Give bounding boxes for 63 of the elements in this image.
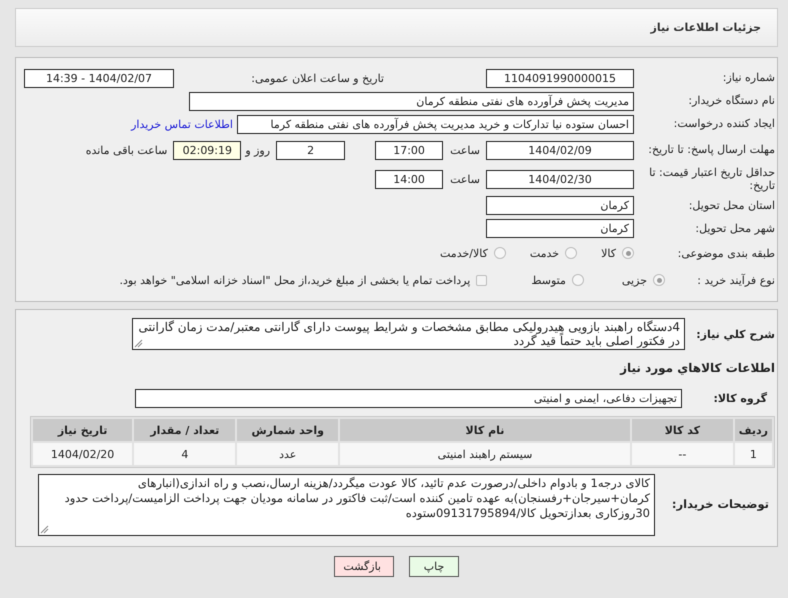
buyer-notes-text: کالای درجه1 و بادوام داخلی/درصورت عدم تائید، کالا عودت میگردد/هزینه ارسال،نصب و راه اندازی(انبارهای کرمان+سیرجان+رفسنجان)به عهده تامین کننده است/ثبت فاکتور در سامانه مودیان جهت پرداخت الزامیست/پرداخت حدود 30روزکاری بعدازتحویل کالا/09131795894ستوده <box>64 476 650 520</box>
need-number-field: 1104091990000015 <box>486 68 634 88</box>
column-header: واحد شمارش <box>237 419 338 442</box>
radio-button[interactable] <box>653 274 665 286</box>
days-label: روز و <box>245 144 270 156</box>
table-cell: سیستم راهبند امنیتی <box>340 443 630 466</box>
time-field: 17:00 <box>375 140 444 160</box>
remaining-label: ساعت باقی مانده <box>86 144 168 156</box>
group-field: تجهیزات دفاعی، ایمنی و امنیتی <box>135 388 682 408</box>
option-label: جزیی <box>622 274 647 287</box>
time-label: ساعت <box>450 144 480 156</box>
date-field: 1404/02/30 <box>486 170 634 189</box>
option-label: کالا <box>601 246 616 260</box>
time-field: 14:00 <box>375 170 444 189</box>
city-field: کرمان <box>486 218 634 238</box>
radio-button[interactable] <box>565 247 578 260</box>
requester-field: احسان ستوده نیا تدارکات و خرید مدیریت پخش فرآورده های نفتی منطقه کرما <box>237 114 634 134</box>
field-label: توضیحات خریدار: <box>670 498 770 512</box>
treasury-note: پرداخت تمام یا بخشی از مبلغ خرید،از محل "اسناد خزانه اسلامی" خواهد بود. <box>120 274 470 287</box>
print-button[interactable]: چاپ <box>409 556 459 578</box>
section-title: اطلاعات كالاهاي مورد نياز <box>620 361 776 376</box>
date-field: 1404/02/09 <box>486 140 634 160</box>
column-header: کد کالا <box>632 419 733 442</box>
time-label: ساعت <box>450 172 480 186</box>
field-label: نام دستگاه خریدار: <box>687 94 776 108</box>
field-label: استان محل تحویل: <box>688 198 776 212</box>
table-cell: 1 <box>734 443 772 466</box>
contact-link[interactable]: اطلاعات تماس خریدار <box>131 118 233 130</box>
days-field: 2 <box>276 140 346 160</box>
back-button[interactable]: بازگشت <box>334 556 394 578</box>
table-cell: 1404/02/20 <box>33 443 132 466</box>
radio-button[interactable] <box>622 247 634 260</box>
field-label: نوع فرآیند خرید : <box>696 274 776 287</box>
option-label: کالا/خدمت <box>440 246 488 260</box>
buyer-notes-field[interactable] <box>38 474 655 536</box>
province-field: کرمان <box>486 196 634 215</box>
announce-date-field: 1404/02/07 - 14:39 <box>24 68 174 88</box>
field-label: ایجاد کننده درخواست: <box>672 117 776 131</box>
page-title: جزئیات اطلاعات نیاز <box>15 8 778 47</box>
radio-button[interactable] <box>494 247 506 260</box>
field-label: تاریخ و ساعت اعلان عمومی: <box>250 72 384 84</box>
field-label: گروه کالا: <box>712 392 768 405</box>
column-header: نام کالا <box>340 419 630 442</box>
field-label: مهلت ارسال پاسخ: تا تاریخ: <box>647 143 776 157</box>
field-label: حداقل تاریخ اعتبار قیمت: تا تاریخ: <box>648 166 776 192</box>
field-label: شرح کلي نياز: <box>695 328 776 341</box>
column-header: تاریخ نیاز <box>33 419 132 442</box>
option-label: خدمت <box>530 246 560 260</box>
checkbox[interactable] <box>476 274 488 286</box>
column-header: تعداد / مقدار <box>134 419 236 442</box>
resize-grip-icon[interactable] <box>40 525 49 534</box>
field-label: شهر محل تحویل: <box>694 222 776 235</box>
table-cell: 4 <box>134 443 236 466</box>
field-label: شماره نیاز: <box>722 71 776 85</box>
resize-grip-icon[interactable] <box>134 339 143 348</box>
remaining-time-field: 02:09:19 <box>173 140 242 160</box>
radio-button[interactable] <box>572 274 584 286</box>
column-header: ردیف <box>734 419 772 442</box>
table-cell: -- <box>632 443 733 466</box>
option-label: متوسط <box>531 274 566 287</box>
field-label: طبقه بندی موضوعی: <box>676 246 776 260</box>
table-cell: عدد <box>237 443 338 466</box>
buyer-org-field: مدیریت پخش فرآورده های نفتی منطقه کرمان <box>189 92 634 110</box>
